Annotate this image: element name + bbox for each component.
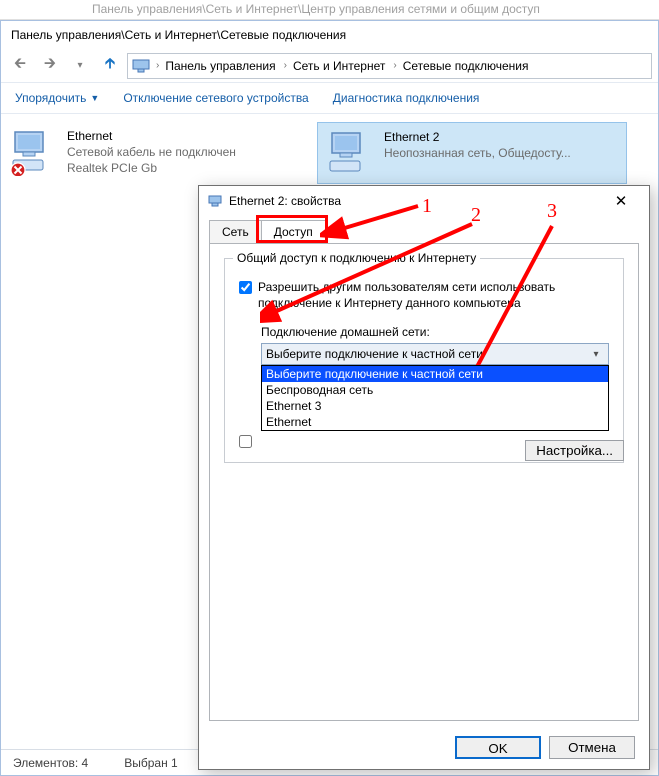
allow-control-checkbox[interactable] <box>239 435 252 448</box>
allow-sharing-label: Разрешить другим пользователям сети испо… <box>258 279 609 311</box>
properties-dialog: Ethernet 2: свойства ✕ Сеть Доступ Общий… <box>198 185 650 770</box>
dialog-button-row: OK Отмена <box>455 736 635 759</box>
nav-back-button[interactable]: 🡰 <box>7 53 33 79</box>
breadcrumb-item: ›Сеть и Интернет <box>282 59 388 73</box>
ok-button[interactable]: OK <box>455 736 541 759</box>
connection-name: Ethernet <box>67 128 236 144</box>
breadcrumb-bar[interactable]: ›Панель управления ›Сеть и Интернет ›Сет… <box>127 53 652 79</box>
connection-status: Сетевой кабель не подключен <box>67 144 236 160</box>
window-title: Панель управления\Сеть и Интернет\Сетевы… <box>1 21 658 49</box>
home-network-label: Подключение домашней сети: <box>261 325 609 339</box>
nav-history-dropdown[interactable]: ▾ <box>67 53 93 79</box>
connection-item[interactable]: Ethernet Сетевой кабель не подключен Rea… <box>1 122 311 184</box>
disable-device-button[interactable]: Отключение сетевого устройства <box>123 91 308 105</box>
organize-menu[interactable]: Упорядочить▼ <box>15 91 99 105</box>
status-item-count: Элементов: 4 <box>13 750 88 775</box>
parent-window-title: Панель управления\Сеть и Интернет\Центр … <box>0 0 659 20</box>
nav-up-button[interactable]: 🡱 <box>97 53 123 79</box>
command-bar: Упорядочить▼ Отключение сетевого устройс… <box>1 83 658 114</box>
allow-sharing-row[interactable]: Разрешить другим пользователям сети испо… <box>239 279 609 311</box>
connection-name: Ethernet 2 <box>384 129 571 145</box>
connection-status: Неопознанная сеть, Общедосту... <box>384 145 571 161</box>
chevron-right-icon: › <box>284 60 287 71</box>
combo-option[interactable]: Беспроводная сеть <box>262 382 608 398</box>
network-connections-icon <box>132 57 150 75</box>
connections-list: Ethernet Сетевой кабель не подключен Rea… <box>1 114 658 192</box>
tab-panel-sharing: Общий доступ к подключению к Интернету Р… <box>209 243 639 721</box>
chevron-right-icon: › <box>156 60 159 71</box>
connection-device: Realtek PCIe Gb <box>67 160 236 176</box>
adapter-icon <box>207 193 223 209</box>
home-network-combo-list: Выберите подключение к частной сети Бесп… <box>261 365 609 431</box>
combo-selected-text: Выберите подключение к частной сети <box>266 347 588 361</box>
combo-option[interactable]: Ethernet <box>262 414 608 430</box>
breadcrumb-item: ›Сетевые подключения <box>391 59 530 73</box>
chevron-down-icon: ▾ <box>588 349 604 360</box>
ics-group: Общий доступ к подключению к Интернету Р… <box>224 258 624 463</box>
network-adapter-icon <box>326 129 374 177</box>
dialog-title: Ethernet 2: свойства <box>229 194 595 208</box>
group-title: Общий доступ к подключению к Интернету <box>233 251 480 265</box>
allow-sharing-checkbox[interactable] <box>239 281 252 294</box>
home-network-combo-wrap: Выберите подключение к частной сети ▾ Вы… <box>261 343 609 365</box>
connection-item-selected[interactable]: Ethernet 2 Неопознанная сеть, Общедосту.… <box>317 122 627 184</box>
home-network-combo[interactable]: Выберите подключение к частной сети ▾ <box>261 343 609 365</box>
tab-sharing[interactable]: Доступ <box>261 220 326 243</box>
tab-strip: Сеть Доступ <box>199 216 649 243</box>
address-bar: 🡰 🡲 ▾ 🡱 ›Панель управления ›Сеть и Интер… <box>1 49 658 83</box>
chevron-down-icon: ▼ <box>90 93 99 103</box>
close-button[interactable]: ✕ <box>601 192 641 210</box>
cancel-button[interactable]: Отмена <box>549 736 635 759</box>
breadcrumb-item: ›Панель управления <box>154 59 278 73</box>
combo-option[interactable]: Ethernet 3 <box>262 398 608 414</box>
nav-forward-button[interactable]: 🡲 <box>37 53 63 79</box>
diagnose-button[interactable]: Диагностика подключения <box>333 91 480 105</box>
dialog-titlebar[interactable]: Ethernet 2: свойства ✕ <box>199 186 649 216</box>
settings-button[interactable]: Настройка... <box>525 440 624 461</box>
chevron-right-icon: › <box>393 60 396 71</box>
status-selected-count: Выбран 1 <box>124 750 177 775</box>
combo-option[interactable]: Выберите подключение к частной сети <box>262 366 608 382</box>
network-adapter-icon <box>9 128 57 176</box>
tab-network[interactable]: Сеть <box>209 220 262 243</box>
